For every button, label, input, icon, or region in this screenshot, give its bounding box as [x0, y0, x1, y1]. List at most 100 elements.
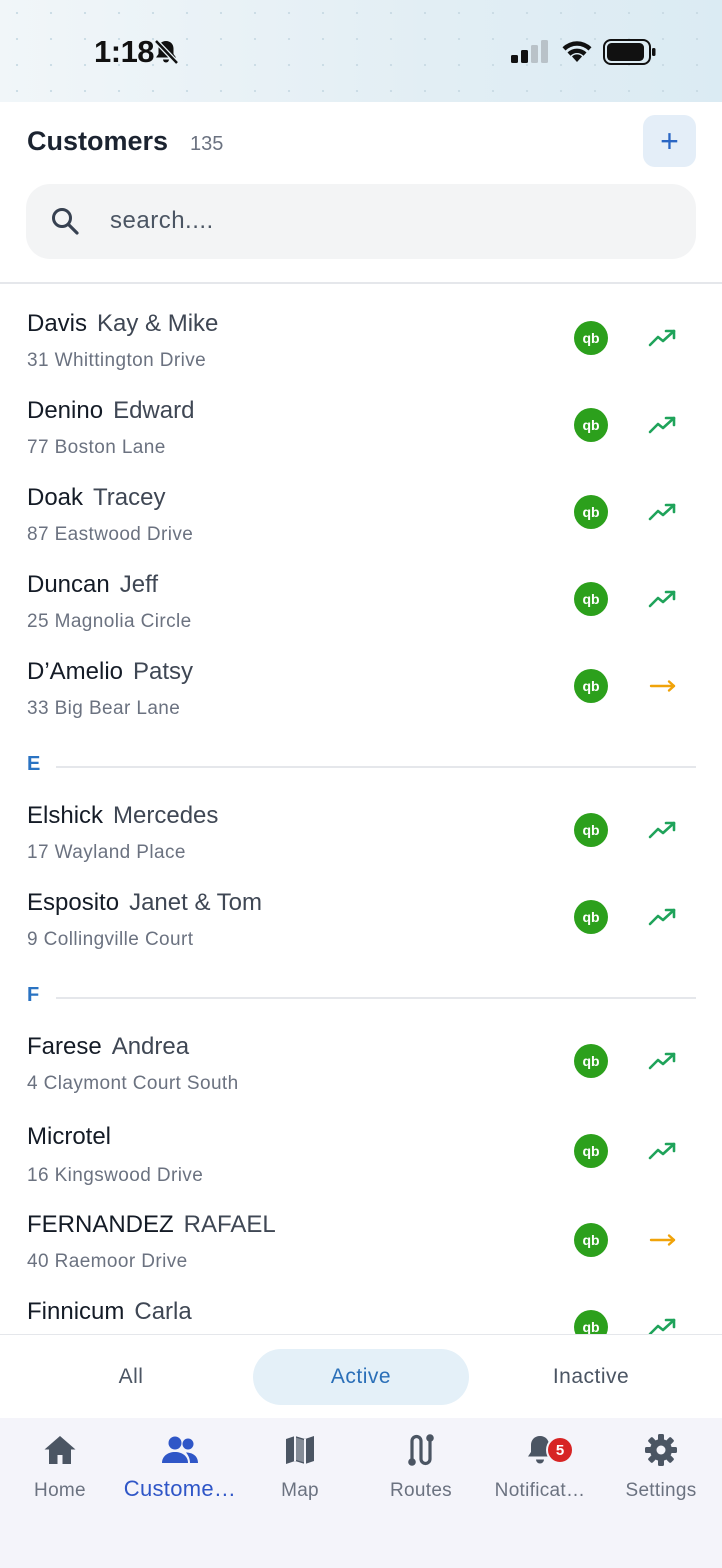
customer-address: 4 Claymont Court South — [27, 1073, 239, 1094]
customer-name: Elshick Mercedes — [27, 802, 218, 830]
customer-last-name: Duncan — [27, 571, 110, 598]
map-icon — [286, 1436, 314, 1464]
customer-first-name: Jeff — [119, 571, 158, 598]
section-letter: F — [27, 984, 40, 1006]
customer-name: Duncan Jeff — [27, 571, 158, 599]
customer-last-name: Finnicum — [27, 1298, 125, 1325]
trending-up-icon — [648, 503, 676, 521]
customer-row[interactable]: Elshick Mercedes 17 Wayland Place qb — [0, 802, 722, 888]
tab-label: Home — [34, 1480, 86, 1501]
trending-up-icon — [648, 1052, 676, 1070]
customer-list[interactable]: Davis Kay & Mike 31 Whittington Drive qb … — [0, 285, 722, 1335]
quickbooks-icon: qb — [574, 495, 608, 529]
battery-icon — [603, 39, 656, 65]
arrow-right-icon — [649, 1234, 676, 1246]
customer-last-name: Davis — [27, 310, 88, 337]
home-icon — [44, 1436, 76, 1464]
filter-active[interactable]: Active — [253, 1349, 469, 1405]
quickbooks-icon: qb — [574, 1044, 608, 1078]
search-input[interactable] — [110, 196, 670, 246]
customer-address: 17 Wayland Place — [27, 842, 186, 863]
quickbooks-icon: qb — [574, 669, 608, 703]
customer-row[interactable]: Davis Kay & Mike 31 Whittington Drive qb — [0, 310, 722, 396]
customer-first-name: Edward — [113, 397, 195, 424]
customer-row[interactable]: D’Amelio Patsy 33 Big Bear Lane qb — [0, 658, 722, 744]
customer-row[interactable]: Farese Andrea 4 Claymont Court South qb — [0, 1033, 722, 1119]
gear-icon — [645, 1434, 677, 1466]
customer-address: 9 Collingville Court — [27, 929, 194, 950]
quickbooks-icon: qb — [574, 900, 608, 934]
customer-name: Microtel — [27, 1123, 121, 1151]
route-icon — [408, 1434, 434, 1466]
customer-first-name: Tracey — [93, 484, 166, 511]
customer-address: 87 Eastwood Drive — [27, 524, 194, 545]
customer-row[interactable]: Microtel 16 Kingswood Drive qb — [0, 1123, 722, 1209]
customer-name: Farese Andrea — [27, 1033, 189, 1061]
customer-first-name: RAFAEL — [183, 1211, 276, 1238]
customer-address: 25 Magnolia Circle — [27, 611, 192, 632]
customer-row[interactable]: Esposito Janet & Tom 9 Collingville Court… — [0, 889, 722, 975]
tab-label: Routes — [389, 1480, 452, 1501]
quickbooks-icon: qb — [574, 321, 608, 355]
customer-first-name: Patsy — [133, 658, 194, 685]
customer-last-name: Elshick — [27, 802, 104, 829]
tab-map[interactable]: Map — [240, 1430, 360, 1520]
trending-up-icon — [648, 821, 676, 839]
tab-settings[interactable]: Settings — [601, 1430, 721, 1520]
cellular-signal-icon — [511, 40, 548, 63]
customer-name: Doak Tracey — [27, 484, 166, 512]
quickbooks-icon: qb — [574, 582, 608, 616]
customer-last-name: Microtel — [27, 1123, 112, 1150]
filter-all[interactable]: All — [22, 1349, 240, 1405]
section-divider — [56, 766, 696, 768]
tab-notifications[interactable]: 5 Notificat… — [480, 1430, 600, 1520]
section-letter: E — [27, 753, 41, 775]
page-title: Customers — [27, 126, 169, 156]
customer-row[interactable]: Duncan Jeff 25 Magnolia Circle qb — [0, 571, 722, 657]
customer-first-name: Andrea — [111, 1033, 190, 1060]
customer-row[interactable]: Denino Edward 77 Boston Lane qb — [0, 397, 722, 483]
section-header-f: F — [0, 984, 722, 1014]
customer-name: Esposito Janet & Tom — [27, 889, 262, 917]
trending-up-icon — [648, 1318, 676, 1335]
status-filter: All Active Inactive — [0, 1334, 722, 1418]
tab-home[interactable]: Home — [0, 1430, 120, 1520]
add-customer-button[interactable]: + — [643, 115, 696, 167]
quickbooks-icon: qb — [574, 408, 608, 442]
customer-address: 31 Whittington Drive — [27, 350, 207, 371]
customer-name: Denino Edward — [27, 397, 194, 425]
trending-up-icon — [648, 590, 676, 608]
customer-name: D’Amelio Patsy — [27, 658, 193, 686]
search-icon — [52, 208, 79, 235]
tab-label: Settings — [625, 1480, 697, 1501]
customer-address: 40 Raemoor Drive — [27, 1251, 188, 1272]
customer-first-name: Janet & Tom — [129, 889, 263, 916]
search-bar[interactable] — [26, 184, 696, 259]
bell-muted-icon — [154, 39, 179, 65]
arrow-right-icon — [649, 680, 676, 692]
quickbooks-icon: qb — [574, 1134, 608, 1168]
customer-address: 16 Kingswood Drive — [27, 1165, 204, 1186]
customer-count: 135 — [190, 133, 224, 155]
customer-row[interactable]: Doak Tracey 87 Eastwood Drive qb — [0, 484, 722, 570]
trending-up-icon — [648, 908, 676, 926]
users-icon — [162, 1436, 198, 1463]
customer-address: 33 Big Bear Lane — [27, 698, 181, 719]
customer-last-name: Farese — [27, 1033, 102, 1060]
customer-row[interactable]: Finnicum Carla qb — [0, 1298, 722, 1335]
quickbooks-icon: qb — [574, 1223, 608, 1257]
customer-first-name: Mercedes — [113, 802, 219, 829]
wifi-icon — [562, 41, 592, 62]
tab-customers[interactable]: Custome… — [120, 1430, 240, 1520]
customer-address: 77 Boston Lane — [27, 437, 166, 458]
customer-last-name: Doak — [27, 484, 84, 511]
customer-first-name: Kay & Mike — [97, 310, 219, 337]
quickbooks-icon: qb — [574, 1310, 608, 1335]
trending-up-icon — [648, 1142, 676, 1160]
customer-row[interactable]: FERNANDEZ RAFAEL 40 Raemoor Drive qb — [0, 1211, 722, 1297]
tab-routes[interactable]: Routes — [361, 1430, 481, 1520]
customer-last-name: Denino — [27, 397, 104, 424]
status-bar: 1:18 — [0, 0, 722, 102]
status-time: 1:18 — [94, 34, 155, 69]
filter-inactive[interactable]: Inactive — [482, 1349, 700, 1405]
